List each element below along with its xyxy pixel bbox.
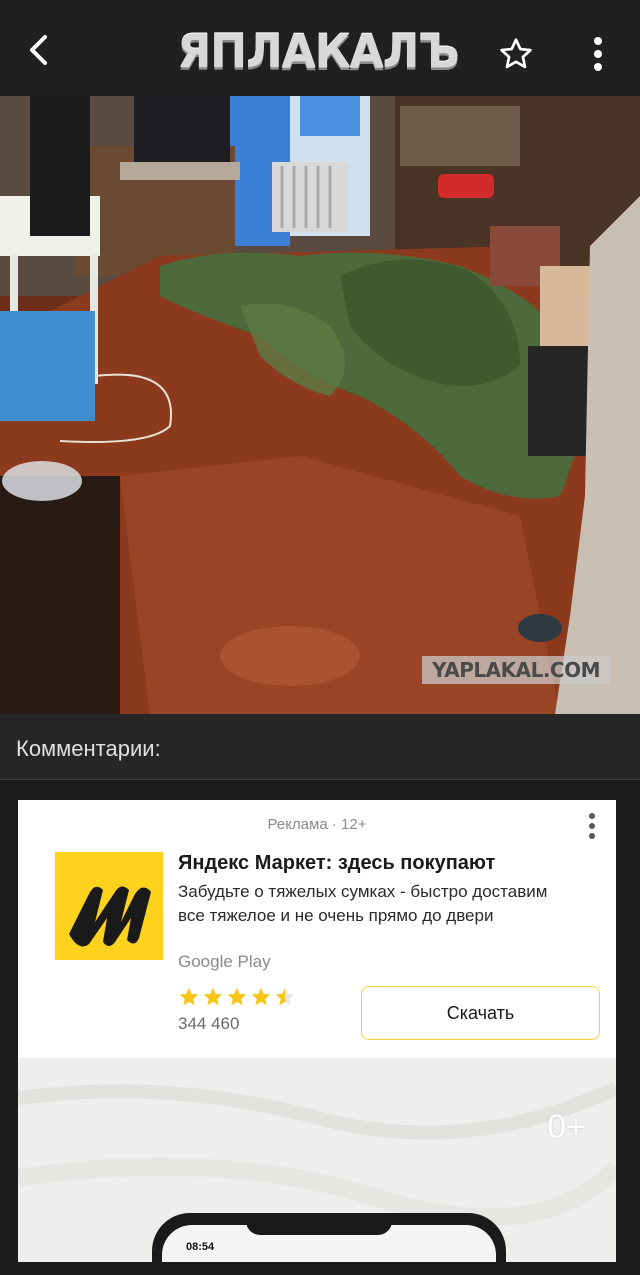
comments-title: Комментарии:	[16, 736, 161, 761]
ad-menu-button[interactable]	[578, 810, 606, 842]
download-button[interactable]: Скачать	[361, 986, 600, 1040]
logo-text: ЯПЛАКАЛЪ	[177, 25, 459, 79]
bottom-strip	[0, 1262, 640, 1275]
star-half-icon	[275, 987, 295, 1006]
ad-title[interactable]: Яндекс Маркет: здесь покупают	[178, 852, 598, 875]
rating-stars	[178, 986, 296, 1008]
room-photo	[0, 96, 640, 714]
watermark: YAPLAKAL.COM	[422, 656, 610, 684]
rating-count: 344 460	[178, 1014, 240, 1033]
ad-store: Google Play	[178, 952, 271, 971]
back-button[interactable]	[18, 30, 58, 70]
yandex-market-logo[interactable]	[55, 852, 163, 960]
star-icon	[179, 987, 199, 1006]
ad-card[interactable]: Реклама · 12+ Яндекс Маркет: здесь покуп…	[18, 800, 616, 1275]
market-m-icon	[69, 886, 151, 947]
post-image[interactable]: YAPLAKAL.COM	[0, 96, 640, 714]
phone-notch	[246, 1213, 392, 1235]
more-vertical-icon	[594, 37, 602, 71]
favorite-button[interactable]	[494, 34, 538, 74]
phone-time: 08:54	[186, 1241, 215, 1253]
ad-media[interactable]: 0+ 08:54	[18, 1058, 616, 1275]
comments-header: Комментарии:	[0, 714, 640, 780]
site-logo[interactable]: ЯПЛАКАЛЪ	[158, 24, 478, 80]
ad-description: Забудьте о тяжелых сумках - быстро доста…	[178, 882, 548, 925]
star-icon	[203, 987, 223, 1006]
back-arrow-icon	[30, 35, 47, 65]
menu-button[interactable]	[580, 34, 616, 74]
age-badge: 0+	[547, 1108, 586, 1146]
star-icon	[227, 987, 247, 1006]
top-bar: ЯПЛАКАЛЪ	[0, 0, 640, 96]
more-vertical-icon	[589, 813, 595, 839]
ad-label: Реклама · 12+	[267, 816, 367, 833]
star-icon	[251, 987, 271, 1006]
star-outline-icon	[500, 38, 532, 69]
